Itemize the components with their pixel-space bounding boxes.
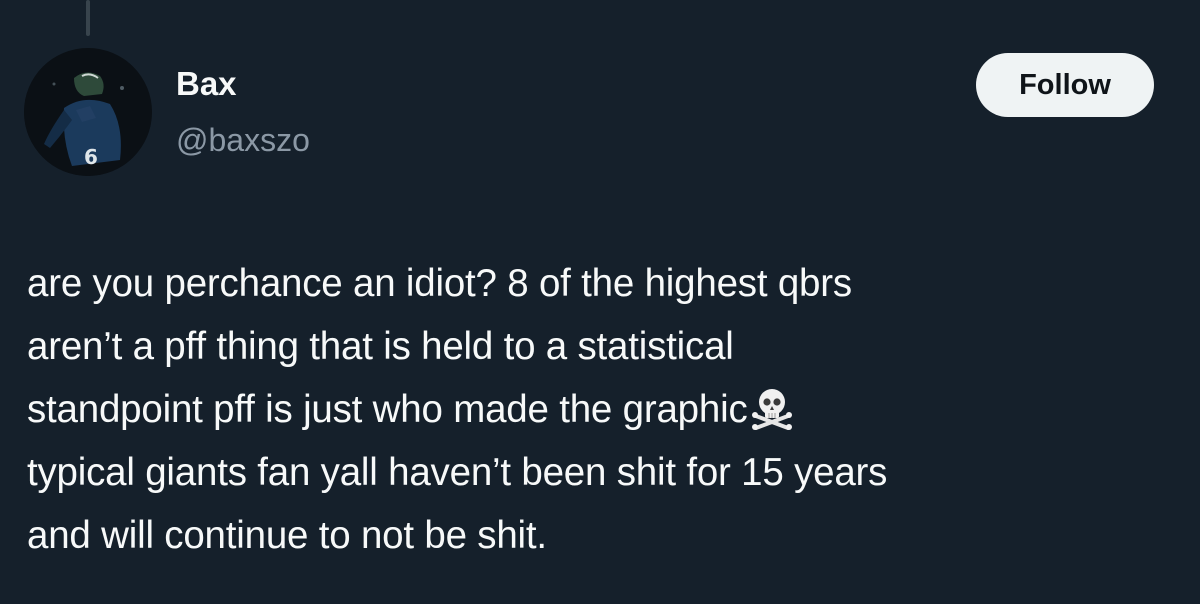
svg-text:6: 6	[84, 145, 98, 169]
author-handle[interactable]: @baxszo	[176, 120, 310, 160]
avatar[interactable]: 6	[24, 48, 152, 176]
tweet-line: typical giants fan yall haven’t been shi…	[27, 451, 888, 494]
author-display-name[interactable]: Bax	[176, 64, 237, 104]
tweet-line: standpoint pff is just who made the grap…	[27, 378, 1177, 441]
tweet-line: and will continue to not be shit.	[27, 514, 547, 557]
tweet-line: aren’t a pff thing that is held to a sta…	[27, 325, 734, 368]
thread-connector-line	[86, 0, 90, 36]
tweet-line: are you perchance an idiot? 8 of the hig…	[27, 262, 852, 305]
skull-and-crossbones-icon	[751, 389, 792, 430]
avatar-image: 6	[24, 48, 152, 176]
tweet-text: are you perchance an idiot? 8 of the hig…	[27, 252, 1177, 567]
tweet-line-text: standpoint pff is just who made the grap…	[27, 388, 748, 431]
follow-button[interactable]: Follow	[976, 53, 1154, 117]
